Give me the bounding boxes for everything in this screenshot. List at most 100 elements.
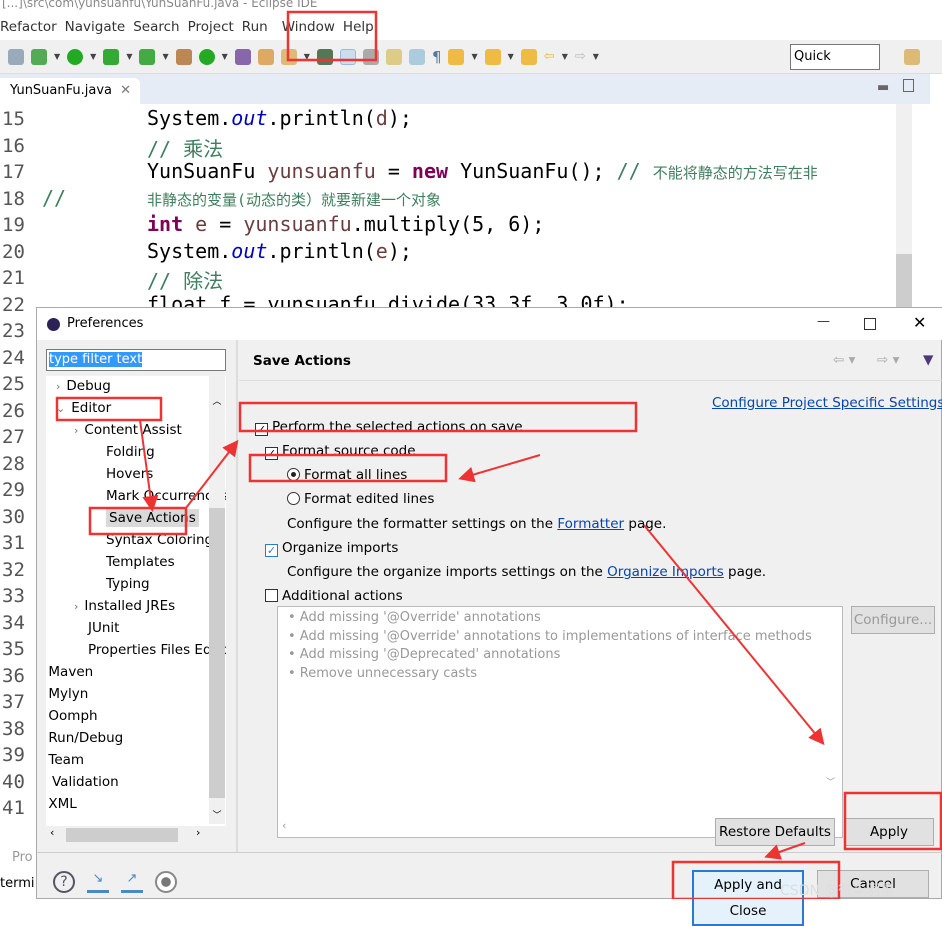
view-menu-icon[interactable]: ▼	[923, 352, 933, 368]
tree-item[interactable]: Hovers	[106, 466, 153, 482]
preferences-dialog: Preferences — ✕ type filter text › Debug ⌄…	[36, 307, 942, 926]
tree-item[interactable]: › Installed JREs	[74, 598, 175, 614]
word-wrap-icon[interactable]	[385, 48, 402, 65]
organize-imports-link[interactable]: Organize Imports	[607, 564, 724, 580]
import-icon[interactable]: ↘	[87, 871, 109, 893]
line-number: 22	[2, 293, 25, 316]
maximize-icon[interactable]	[903, 79, 914, 92]
tree-item[interactable]: Mark Occurrences	[106, 488, 226, 504]
project-view-tab[interactable]: Pro	[12, 850, 33, 865]
show-whitespace-icon[interactable]	[408, 48, 425, 65]
tree-item[interactable]: ›Oomph	[46, 708, 97, 724]
tree-item[interactable]: › Content Assist	[74, 422, 182, 438]
tree-item[interactable]: ⌄ Editor	[56, 400, 111, 416]
pin-icon[interactable]	[316, 48, 333, 65]
organize-imports-checkbox[interactable]: ✓ Organize imports	[265, 540, 398, 557]
debug-icon[interactable]	[31, 48, 47, 65]
perform-actions-checkbox[interactable]: ✓ Perform the selected actions on save	[255, 419, 523, 436]
last-edit-icon[interactable]	[520, 48, 537, 65]
back-icon[interactable]: ⇦ ▾	[833, 352, 855, 368]
back-icon[interactable]: ⇦	[544, 49, 555, 64]
tree-item[interactable]: Folding	[106, 444, 155, 460]
run-icon[interactable]	[67, 48, 84, 65]
tree-vscrollbar[interactable]: ︿ ﹀	[209, 376, 225, 824]
menu-navigate[interactable]: Navigate	[65, 19, 134, 35]
new-class-icon[interactable]	[198, 48, 215, 65]
menu-help[interactable]: Help	[343, 19, 382, 35]
forward-icon[interactable]: ⇨	[575, 49, 586, 64]
pilcrow-icon[interactable]: ¶	[432, 48, 442, 66]
scroll-left-icon[interactable]: ‹	[282, 819, 286, 832]
quick-access-input[interactable]: Quick Access	[790, 44, 880, 88]
open-perspective-icon[interactable]	[904, 49, 920, 65]
menu-window[interactable]: Window	[282, 19, 343, 35]
forward-icon[interactable]: ⇨ ▾	[877, 352, 899, 368]
tab-label: YunSuanFu.java	[10, 83, 113, 98]
terminal-view-tab[interactable]: termi	[0, 876, 35, 891]
apply-button[interactable]: Apply	[844, 818, 934, 846]
comment-marker: //	[42, 185, 67, 210]
list-item: • Add missing '@Override' annotations	[288, 610, 541, 625]
tree-hscrollbar[interactable]: ‹ ›	[46, 826, 226, 844]
tree-item[interactable]: Syntax Coloring	[106, 532, 213, 548]
next-annotation-icon[interactable]	[448, 48, 465, 65]
menu-search[interactable]: Search	[133, 19, 187, 35]
tree-item[interactable]: Templates	[106, 554, 175, 570]
formatter-link[interactable]: Formatter	[557, 516, 624, 532]
code-editor[interactable]: 15 16 17 18 19 20 21 22 23 24 25 26 27 28 29 30 31 32 33 34…	[0, 104, 912, 819]
tree-item[interactable]: ›Run/Debug	[46, 730, 123, 746]
save-actions-page: Save Actions ⇦ ▾ ⇨ ▾ ▼ Configure Project…	[239, 340, 942, 852]
tree-item[interactable]: ›XML	[46, 796, 76, 812]
export-icon[interactable]: ↗	[121, 871, 143, 893]
maximize-icon[interactable]	[864, 318, 876, 330]
external-tools-icon[interactable]	[139, 48, 156, 65]
line-number: 38	[2, 717, 25, 740]
tree-item[interactable]: ›Maven	[46, 664, 93, 680]
open-task-icon[interactable]	[257, 48, 274, 65]
additional-actions-checkbox[interactable]: Additional actions	[265, 588, 403, 604]
prev-annotation-icon[interactable]	[484, 48, 501, 65]
organize-imports-hint: Configure the organize imports settings …	[287, 564, 767, 580]
configure-project-settings-link[interactable]: Configure Project Specific Settings...	[712, 395, 942, 411]
chevron-right-icon[interactable]: ›	[74, 424, 78, 437]
tree-item[interactable]: Properties Files Editor	[88, 642, 226, 658]
chevron-right-icon[interactable]: ›	[74, 600, 78, 613]
watermark: CSDN @微柒羽墨	[780, 883, 895, 899]
skip-breakpoints-icon[interactable]	[8, 48, 24, 65]
editor-scrollbar[interactable]	[896, 104, 912, 314]
tree-item[interactable]: Typing	[106, 576, 150, 592]
new-package-icon[interactable]	[175, 48, 192, 65]
help-icon[interactable]: ?	[53, 871, 75, 893]
chevron-down-icon[interactable]: ⌄	[56, 402, 65, 415]
block-selection-icon[interactable]	[362, 48, 379, 65]
list-item: • Remove unnecessary casts	[288, 665, 477, 681]
format-source-checkbox[interactable]: ✓ Format source code	[265, 443, 416, 460]
close-icon[interactable]: ✕	[120, 83, 131, 98]
menu-project[interactable]: Project	[188, 19, 242, 35]
editor-tab[interactable]: YunSuanFu.java ✕	[0, 78, 140, 104]
chevron-right-icon[interactable]: ›	[56, 380, 60, 393]
tree-item[interactable]: ›Mylyn	[46, 686, 88, 702]
mark-occurrences-icon[interactable]	[339, 48, 356, 65]
record-icon[interactable]	[155, 871, 177, 893]
tree-item[interactable]: Validation	[52, 774, 119, 790]
tree-item[interactable]: Save Actions	[106, 509, 199, 527]
configure-button[interactable]: Configure...	[851, 606, 935, 634]
close-icon[interactable]: ✕	[913, 313, 926, 332]
filter-input[interactable]: type filter text	[46, 349, 226, 371]
menu-refactor[interactable]: Refactor	[0, 19, 65, 35]
coverage-icon[interactable]	[103, 48, 120, 65]
format-edited-lines-radio[interactable]: Format edited lines	[287, 491, 434, 507]
format-all-lines-radio[interactable]: Format all lines	[287, 467, 407, 483]
tree-item[interactable]: JUnit	[88, 620, 119, 636]
minimize-icon[interactable]: ▬	[877, 80, 889, 95]
tree-item[interactable]: › Debug	[56, 378, 111, 394]
search-icon[interactable]	[280, 48, 297, 65]
minimize-icon[interactable]: —	[817, 314, 830, 329]
open-type-icon[interactable]	[234, 48, 251, 65]
restore-defaults-button[interactable]: Restore Defaults	[715, 818, 835, 846]
tree-item[interactable]: ›Team	[46, 752, 84, 768]
sash[interactable]	[236, 340, 238, 852]
scroll-down-icon[interactable]: ﹀	[826, 775, 835, 788]
menu-run[interactable]: Run	[242, 19, 276, 35]
